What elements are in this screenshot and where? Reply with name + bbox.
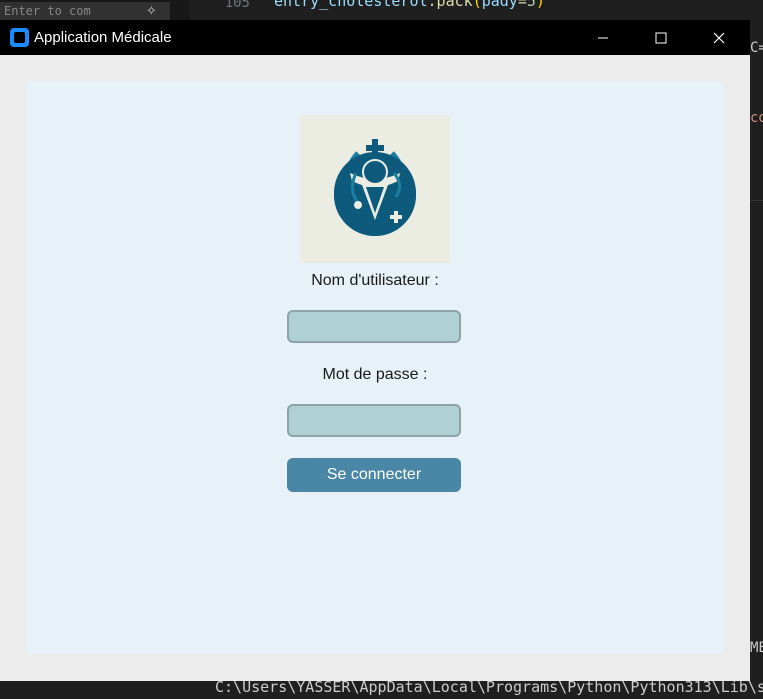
title-bar[interactable]: Application Médicale <box>0 20 750 55</box>
code-paren-close: ) <box>535 0 545 10</box>
code-variable: entry_cholesterol <box>274 0 428 10</box>
maximize-button[interactable] <box>632 20 690 55</box>
close-button[interactable] <box>690 20 748 55</box>
minimize-button[interactable] <box>574 20 632 55</box>
line-number: 105 <box>224 0 250 11</box>
code-value: 5 <box>526 0 536 10</box>
login-button[interactable]: Se connecter <box>287 458 461 492</box>
code-equals: = <box>517 0 527 10</box>
username-input[interactable] <box>287 310 461 343</box>
sparkle-icon[interactable]: ✧ <box>146 3 157 19</box>
doctor-icon <box>334 139 416 236</box>
app-icon <box>10 28 29 47</box>
password-input[interactable] <box>287 404 461 437</box>
app-window: Application Médicale Nom d'utilisateur:… <box>0 20 750 681</box>
maximize-icon <box>655 32 667 43</box>
editor-fragment: C= <box>750 40 763 56</box>
close-icon <box>713 32 725 43</box>
editor-divider <box>750 200 763 201</box>
username-label: Nom d'utilisateur : <box>311 272 439 289</box>
password-label: Mot de passe : <box>322 366 428 383</box>
editor-fragment: ME <box>750 640 763 656</box>
medical-doctor-logo <box>300 115 450 263</box>
editor-search-input[interactable]: Enter to com <box>0 2 170 20</box>
code-paren-open: ( <box>472 0 482 10</box>
code-line: entry_cholesterol.pack(pady=5) <box>274 0 545 10</box>
minimize-icon <box>598 37 608 38</box>
code-arg: pady <box>481 0 518 10</box>
editor-fragment: co <box>750 110 763 126</box>
code-method: .pack <box>427 0 473 10</box>
window-title: Application Médicale <box>34 29 172 46</box>
